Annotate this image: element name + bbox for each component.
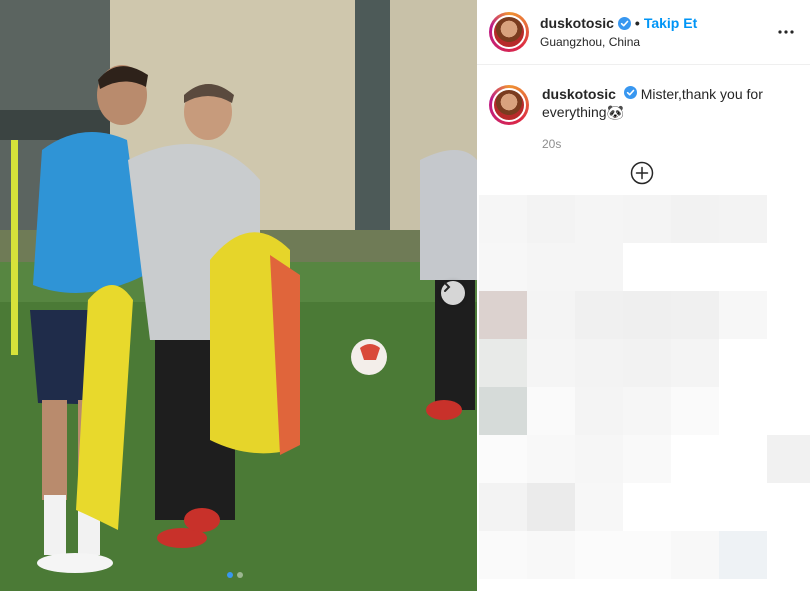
- blurred-block: [527, 435, 575, 483]
- blurred-block: [575, 387, 623, 435]
- blurred-block: [575, 483, 623, 531]
- blurred-block: [479, 243, 527, 291]
- verified-badge-icon: [623, 86, 637, 99]
- carousel-indicator: [227, 572, 243, 578]
- author-username[interactable]: duskotosic: [540, 15, 614, 31]
- carousel-next-button[interactable]: [441, 281, 465, 305]
- blurred-block: [479, 435, 527, 483]
- blurred-block: [767, 291, 810, 339]
- blurred-block: [671, 195, 719, 243]
- blurred-block: [575, 435, 623, 483]
- blurred-block: [623, 531, 671, 579]
- blurred-block: [623, 195, 671, 243]
- blurred-block: [767, 195, 810, 243]
- blurred-block: [623, 387, 671, 435]
- caption-username[interactable]: duskotosic: [542, 86, 616, 102]
- blurred-block: [671, 387, 719, 435]
- blurred-block: [767, 243, 810, 291]
- blurred-block: [671, 243, 719, 291]
- blurred-block: [527, 387, 575, 435]
- blurred-block: [575, 339, 623, 387]
- more-options-button[interactable]: [774, 20, 798, 44]
- avatar-image: [492, 88, 526, 122]
- blurred-block: [719, 387, 767, 435]
- verified-badge-icon: [617, 16, 631, 30]
- carousel-dot-active: [227, 572, 233, 578]
- blurred-block: [767, 483, 810, 531]
- blurred-comments-area: [479, 195, 810, 591]
- blurred-block: [527, 483, 575, 531]
- post-caption: duskotosic Mister,thank you for everythi…: [477, 65, 810, 153]
- more-options-icon: [778, 30, 794, 34]
- caption-body: duskotosic Mister,thank you for everythi…: [542, 85, 796, 153]
- avatar-image: [492, 15, 526, 49]
- blurred-block: [479, 339, 527, 387]
- blurred-block: [575, 531, 623, 579]
- blurred-block: [719, 243, 767, 291]
- post-timestamp[interactable]: 20s: [542, 135, 796, 153]
- chevron-right-icon: [444, 282, 451, 292]
- blurred-block: [767, 339, 810, 387]
- blurred-block: [719, 195, 767, 243]
- add-circle-icon: [630, 161, 654, 185]
- blurred-block: [527, 243, 575, 291]
- blurred-block: [767, 387, 810, 435]
- blurred-block: [719, 531, 767, 579]
- post-side-panel: duskotosic • Takip Et Guangzhou, China d…: [477, 0, 810, 591]
- blurred-block: [527, 339, 575, 387]
- author-avatar[interactable]: [489, 12, 529, 52]
- blurred-block: [719, 435, 767, 483]
- blurred-block: [671, 483, 719, 531]
- blurred-block: [479, 387, 527, 435]
- blurred-block: [479, 531, 527, 579]
- header-separator: •: [634, 15, 640, 31]
- blurred-block: [527, 195, 575, 243]
- post-location[interactable]: Guangzhou, China: [540, 35, 774, 49]
- blurred-block: [767, 435, 810, 483]
- blurred-block: [719, 291, 767, 339]
- blurred-block: [671, 531, 719, 579]
- carousel-dot: [237, 572, 243, 578]
- blurred-block: [719, 483, 767, 531]
- blurred-block: [479, 195, 527, 243]
- post-header: duskotosic • Takip Et Guangzhou, China: [477, 0, 810, 65]
- post-photo[interactable]: [0, 0, 477, 591]
- follow-button[interactable]: Takip Et: [644, 15, 697, 31]
- blurred-block: [719, 339, 767, 387]
- header-text: duskotosic • Takip Et Guangzhou, China: [540, 15, 774, 49]
- blurred-block: [527, 531, 575, 579]
- blurred-block: [671, 435, 719, 483]
- blurred-block: [575, 291, 623, 339]
- blurred-block: [527, 291, 575, 339]
- blurred-block: [479, 291, 527, 339]
- blurred-block: [671, 339, 719, 387]
- blurred-block: [575, 243, 623, 291]
- blurred-block: [575, 195, 623, 243]
- photo-illustration: [0, 0, 477, 591]
- blurred-block: [671, 291, 719, 339]
- blurred-block: [623, 291, 671, 339]
- blurred-block: [623, 339, 671, 387]
- load-more-comments-button[interactable]: [630, 161, 654, 185]
- blurred-block: [767, 531, 810, 579]
- blurred-block: [623, 483, 671, 531]
- blurred-block: [623, 243, 671, 291]
- blurred-block: [623, 435, 671, 483]
- blurred-block: [479, 483, 527, 531]
- caption-avatar[interactable]: [489, 85, 529, 125]
